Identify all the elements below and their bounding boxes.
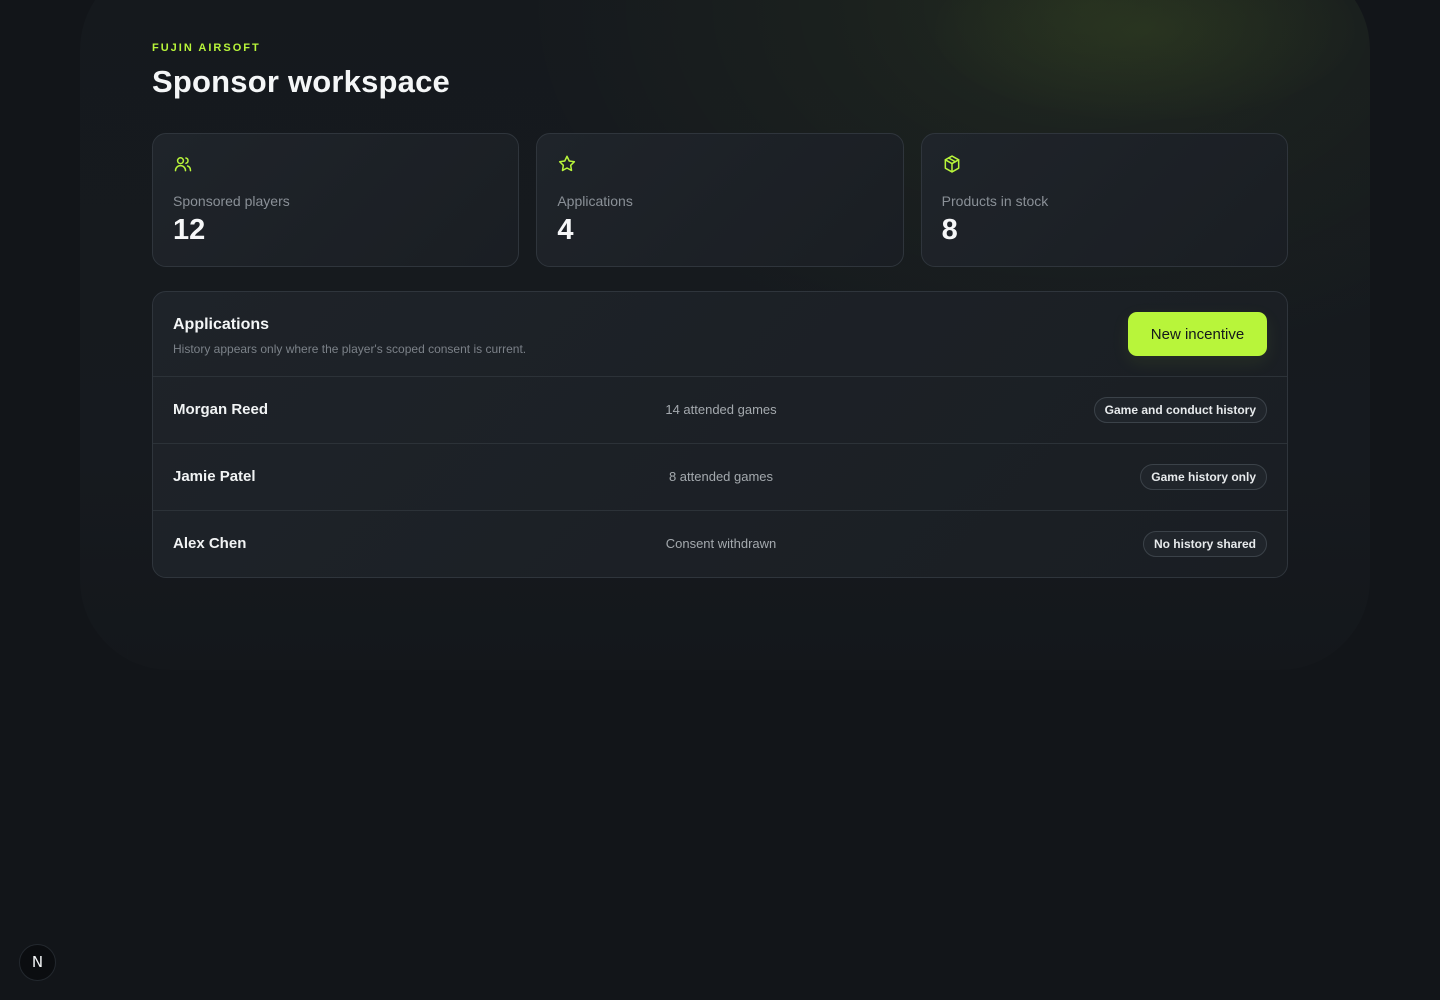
consent-badge: Game and conduct history (1093, 397, 1267, 423)
consent-badge: Game history only (1140, 464, 1267, 490)
package-icon (942, 154, 962, 174)
stat-value: 8 (941, 214, 958, 246)
background-accent-blob (935, 0, 1355, 120)
page-title: Sponsor workspace (152, 64, 450, 99)
stat-label: Sponsored players (173, 193, 290, 209)
stat-card-applications: Applications 4 (536, 133, 904, 267)
applications-panel: Applications History appears only where … (152, 291, 1288, 578)
applications-subtitle: History appears only where the player's … (173, 342, 527, 356)
stat-label: Products in stock (941, 193, 1049, 209)
star-icon (557, 154, 577, 174)
application-row[interactable]: Jamie Patel 8 attended games Game histor… (153, 444, 1287, 511)
brand-name: FUJIN AIRSOFT (152, 42, 261, 54)
applications-title: Applications (173, 316, 270, 333)
consent-badge: No history shared (1142, 531, 1267, 557)
player-history-summary: Consent withdrawn (665, 536, 777, 551)
stat-card-products-in-stock: Products in stock 8 (920, 133, 1288, 267)
stats-row: Sponsored players 12 Applications 4 Prod… (152, 133, 1288, 267)
stat-card-sponsored-players: Sponsored players 12 (152, 133, 520, 267)
dev-tools-button[interactable]: N (19, 944, 56, 981)
application-row[interactable]: Alex Chen Consent withdrawn No history s… (153, 511, 1287, 577)
new-incentive-button[interactable]: New incentive (1128, 312, 1267, 356)
users-icon (173, 154, 193, 174)
stat-label: Applications (557, 193, 633, 209)
applications-header: Applications History appears only where … (153, 292, 1287, 377)
application-row[interactable]: Morgan Reed 14 attended games Game and c… (153, 377, 1287, 444)
stat-value: 12 (173, 214, 206, 246)
stat-value: 4 (557, 214, 574, 246)
player-history-summary: 8 attended games (668, 469, 774, 484)
